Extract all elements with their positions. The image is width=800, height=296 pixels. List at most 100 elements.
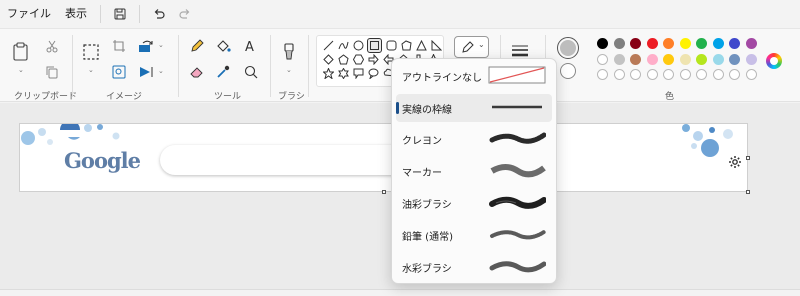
copy-button[interactable] [41, 61, 63, 83]
diamond-shape[interactable] [322, 53, 335, 66]
custom-color-slot[interactable] [646, 69, 658, 80]
custom-color-slot[interactable] [696, 69, 707, 80]
pentagon-shape[interactable] [337, 53, 350, 66]
color-swatch[interactable] [696, 54, 707, 65]
rotate-button[interactable] [136, 35, 158, 57]
outline-option-crayon[interactable]: クレヨン [396, 125, 552, 153]
select-button[interactable] [80, 41, 102, 63]
custom-color-slot[interactable] [613, 69, 625, 80]
color-swatch[interactable] [663, 38, 674, 49]
custom-color-slot[interactable] [663, 69, 674, 80]
outline-preview-marker-icon [488, 159, 546, 185]
outline-option-solid[interactable]: 実線の枠線 [396, 94, 552, 122]
flip-icon [140, 67, 153, 77]
brushes-button[interactable] [278, 41, 300, 63]
color-swatch[interactable] [729, 54, 740, 65]
color-swatch[interactable] [646, 38, 658, 49]
custom-color-slot[interactable] [712, 69, 724, 80]
custom-color-slot[interactable] [679, 69, 691, 80]
cut-button[interactable] [41, 35, 63, 57]
primary-color-swatch[interactable] [557, 37, 579, 59]
copy-icon [46, 66, 58, 79]
size-button[interactable] [510, 43, 532, 57]
outline-option-oil[interactable]: 油彩ブラシ [396, 189, 552, 217]
color-picker-tool[interactable] [212, 61, 234, 83]
selected-indicator [396, 102, 399, 114]
select-chevron-icon[interactable]: ⌄ [88, 66, 94, 74]
hexagon-shape[interactable] [352, 53, 365, 66]
brushes-chevron-icon[interactable]: ⌄ [286, 66, 292, 74]
color-swatch[interactable] [630, 38, 641, 49]
outline-option-watercolor[interactable]: 水彩ブラシ [396, 253, 552, 281]
resize-handle-right[interactable] [746, 156, 750, 160]
fill-tool[interactable] [212, 35, 234, 57]
undo-icon [154, 9, 165, 19]
outline-button[interactable]: ⌄ [454, 36, 489, 58]
color-swatch[interactable] [613, 54, 625, 65]
oval-shape[interactable] [352, 39, 365, 52]
secondary-color-swatch[interactable] [560, 63, 576, 79]
color-swatch[interactable] [712, 38, 724, 49]
magnifier-tool[interactable] [240, 61, 262, 83]
color-swatch[interactable] [745, 54, 757, 65]
outline-option-marker[interactable]: マーカー [396, 157, 552, 185]
text-tool[interactable]: A [240, 35, 262, 57]
outline-option-label: 鉛筆 (通常) [402, 231, 453, 243]
menu-file[interactable]: ファイル [0, 0, 58, 28]
resize-handle-bottom[interactable] [382, 190, 386, 194]
rect-callout-shape[interactable] [352, 67, 365, 80]
menu-view[interactable]: 表示 [58, 0, 94, 28]
undo-button[interactable] [146, 2, 172, 26]
polygon-shape[interactable] [400, 39, 413, 52]
five-point-star-shape[interactable] [322, 67, 335, 80]
color-swatch[interactable] [597, 54, 608, 65]
crop-button[interactable] [108, 35, 130, 57]
outline-option-label: クレヨン [402, 135, 442, 147]
color-swatch[interactable] [679, 38, 691, 49]
flip-button[interactable] [136, 61, 158, 83]
image-search-button[interactable] [108, 61, 130, 83]
color-swatch[interactable] [696, 38, 707, 49]
outline-option-none[interactable]: アウトラインなし [396, 62, 552, 90]
line-shape[interactable] [322, 39, 335, 52]
six-point-star-shape[interactable] [337, 67, 350, 80]
color-swatch[interactable] [679, 54, 691, 65]
color-swatch[interactable] [729, 38, 740, 49]
custom-color-slot[interactable] [729, 69, 740, 80]
color-swatch[interactable] [745, 38, 757, 49]
outline-option-pencil[interactable]: 鉛筆 (通常) [396, 221, 552, 249]
custom-color-slot[interactable] [597, 69, 608, 80]
color-swatch[interactable] [646, 54, 658, 65]
color-swatch[interactable] [613, 38, 625, 49]
google-doodle-logo: Google [64, 148, 141, 173]
settings-gear-icon[interactable] [728, 155, 742, 169]
color-swatch[interactable] [663, 54, 674, 65]
paste-button[interactable] [10, 41, 32, 63]
hexagon-shape-icon [353, 54, 364, 65]
custom-color-slot[interactable] [745, 69, 757, 80]
edit-colors-button[interactable] [766, 53, 782, 69]
custom-color-slot[interactable] [630, 69, 641, 80]
paste-chevron-icon[interactable]: ⌄ [18, 66, 24, 74]
right-arrow-shape[interactable] [367, 53, 380, 66]
rectangle-shape[interactable] [367, 38, 382, 53]
eraser-tool[interactable] [186, 61, 208, 83]
rounded-rectangle-icon [386, 40, 397, 51]
pencil-tool[interactable] [186, 35, 208, 57]
oval-callout-shape[interactable] [367, 67, 380, 80]
color-swatch[interactable] [597, 38, 608, 49]
triangle-shape[interactable] [415, 39, 428, 52]
rotate-chevron-icon[interactable]: ⌄ [158, 41, 164, 49]
color-swatch[interactable] [630, 54, 641, 65]
resize-handle-corner[interactable] [746, 190, 750, 194]
save-button[interactable] [107, 2, 133, 26]
outline-preview-watercolor-icon [488, 255, 547, 281]
drawing-canvas[interactable]: Google [19, 123, 748, 192]
outline-option-label: 油彩ブラシ [402, 199, 452, 211]
redo-button[interactable] [172, 2, 198, 26]
flip-chevron-icon[interactable]: ⌄ [158, 67, 164, 75]
curve-shape[interactable] [337, 39, 350, 52]
color-swatch[interactable] [712, 54, 724, 65]
rounded-rectangle-shape[interactable] [385, 39, 398, 52]
right-triangle-shape[interactable] [430, 39, 443, 52]
